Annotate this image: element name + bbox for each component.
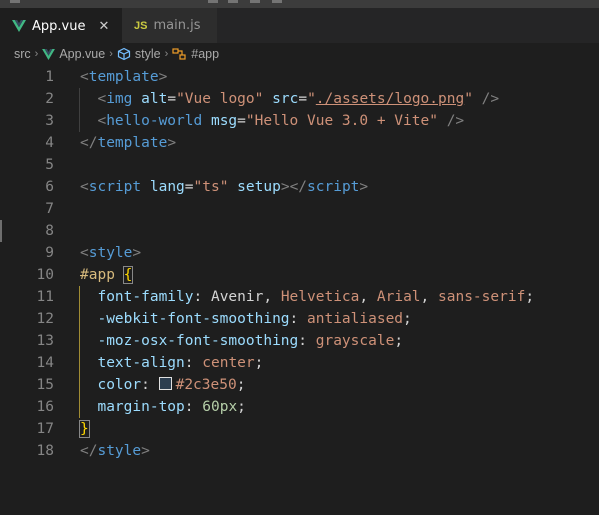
code-text: <template>: [80, 69, 168, 85]
close-icon[interactable]: ✕: [96, 19, 112, 34]
code-text: color: #2c3e50;: [97, 377, 246, 393]
code-line: 1 <template>: [0, 66, 599, 88]
code-text: <img alt="Vue logo" src="./assets/logo.p…: [97, 91, 500, 107]
code-line: 18 </style>: [0, 440, 599, 462]
chevron-right-icon: ›: [34, 48, 39, 60]
code-line: 6 <script lang="ts" setup></script>: [0, 176, 599, 198]
code-line: 5: [0, 154, 599, 176]
code-text: margin-top: 60px;: [97, 399, 246, 415]
code-text: <script lang="ts" setup></script>: [80, 179, 369, 195]
matched-brace: {: [122, 266, 134, 284]
symbol-namespace-icon: [117, 47, 131, 61]
line-number: 9: [45, 245, 54, 261]
code-text: #app {: [80, 266, 134, 284]
code-line: 2 <img alt="Vue logo" src="./assets/logo…: [0, 88, 599, 110]
code-line: 4 </template>: [0, 132, 599, 154]
color-swatch[interactable]: [158, 377, 172, 390]
code-line: 3 <hello-world msg="Hello Vue 3.0 + Vite…: [0, 110, 599, 132]
code-text: <hello-world msg="Hello Vue 3.0 + Vite" …: [97, 113, 465, 129]
chevron-right-icon: ›: [109, 48, 113, 60]
tab-app-vue[interactable]: App.vue ✕: [0, 8, 122, 43]
tab-label: App.vue: [32, 18, 86, 34]
code-text: text-align: center;: [97, 355, 264, 371]
breadcrumb-label: src: [14, 47, 31, 61]
code-text: -webkit-font-smoothing: antialiased;: [97, 311, 412, 327]
line-number: 8: [45, 223, 54, 239]
menu-icon: [10, 0, 20, 3]
line-number: 18: [36, 443, 54, 459]
breadcrumb: src › App.vue › style › #app: [0, 43, 599, 65]
breadcrumb-label: style: [134, 47, 161, 61]
asset-link[interactable]: ./assets/logo.png: [316, 91, 464, 107]
vue-icon: [12, 20, 26, 32]
line-number: 16: [36, 399, 54, 415]
line-number: 12: [36, 311, 54, 327]
code-text: }: [79, 418, 90, 440]
editor-tab-bar: App.vue ✕ JS main.js: [0, 8, 599, 43]
breadcrumb-item-style[interactable]: style: [117, 47, 161, 61]
code-text: -moz-osx-font-smoothing: grayscale;: [97, 333, 404, 349]
line-number: 2: [45, 91, 54, 107]
code-text: font-family: Avenir, Helvetica, Arial, s…: [97, 289, 535, 305]
code-line: 14 text-align: center;: [0, 352, 599, 374]
line-number: 13: [36, 333, 54, 349]
line-number: 11: [36, 289, 54, 305]
toolbar-icon: [208, 0, 218, 3]
line-number: 17: [36, 421, 54, 437]
matched-brace: }: [79, 420, 90, 438]
line-number: 1: [45, 69, 54, 85]
toolbar-icon: [250, 0, 260, 3]
symbol-selector-icon: [172, 47, 187, 61]
code-text: </template>: [80, 135, 177, 151]
code-text: </style>: [80, 443, 150, 459]
tab-main-js[interactable]: JS main.js: [122, 8, 217, 43]
line-number: 15: [36, 377, 54, 393]
code-line: 16 margin-top: 60px;: [0, 396, 599, 418]
line-number: 10: [36, 267, 54, 283]
code-line: 17 }: [0, 418, 599, 440]
breadcrumb-label: App.vue: [59, 47, 106, 61]
js-icon: JS: [134, 19, 148, 32]
tab-label: main.js: [153, 18, 201, 33]
line-number: 3: [45, 113, 54, 129]
breadcrumb-item-app-selector[interactable]: #app: [172, 47, 219, 61]
line-number: 6: [45, 179, 54, 195]
code-editor[interactable]: 1 <template> 2 <img alt="Vue logo" src="…: [0, 66, 599, 515]
chevron-right-icon: ›: [164, 48, 169, 60]
code-line: 13 -moz-osx-font-smoothing: grayscale;: [0, 330, 599, 352]
code-line: 11 font-family: Avenir, Helvetica, Arial…: [0, 286, 599, 308]
code-line: 10 #app {: [0, 264, 599, 286]
code-line: 9 <style>: [0, 242, 599, 264]
line-number: 5: [45, 157, 54, 173]
breadcrumb-label: #app: [191, 47, 220, 61]
code-text: <style>: [80, 245, 142, 261]
line-number: 7: [45, 201, 54, 217]
line-number: 14: [36, 355, 54, 371]
toolbar-icon: [272, 0, 282, 3]
breadcrumb-item-src[interactable]: src: [14, 47, 31, 61]
code-line: 15 color: #2c3e50;: [0, 374, 599, 396]
code-line: 7: [0, 198, 599, 220]
line-number: 4: [45, 135, 54, 151]
toolbar-icon: [228, 0, 238, 3]
window-title-strip: [0, 0, 599, 8]
vue-icon: [42, 48, 56, 60]
code-line: 8: [0, 220, 599, 242]
breadcrumb-item-app-vue[interactable]: App.vue: [42, 47, 105, 61]
code-line: 12 -webkit-font-smoothing: antialiased;: [0, 308, 599, 330]
